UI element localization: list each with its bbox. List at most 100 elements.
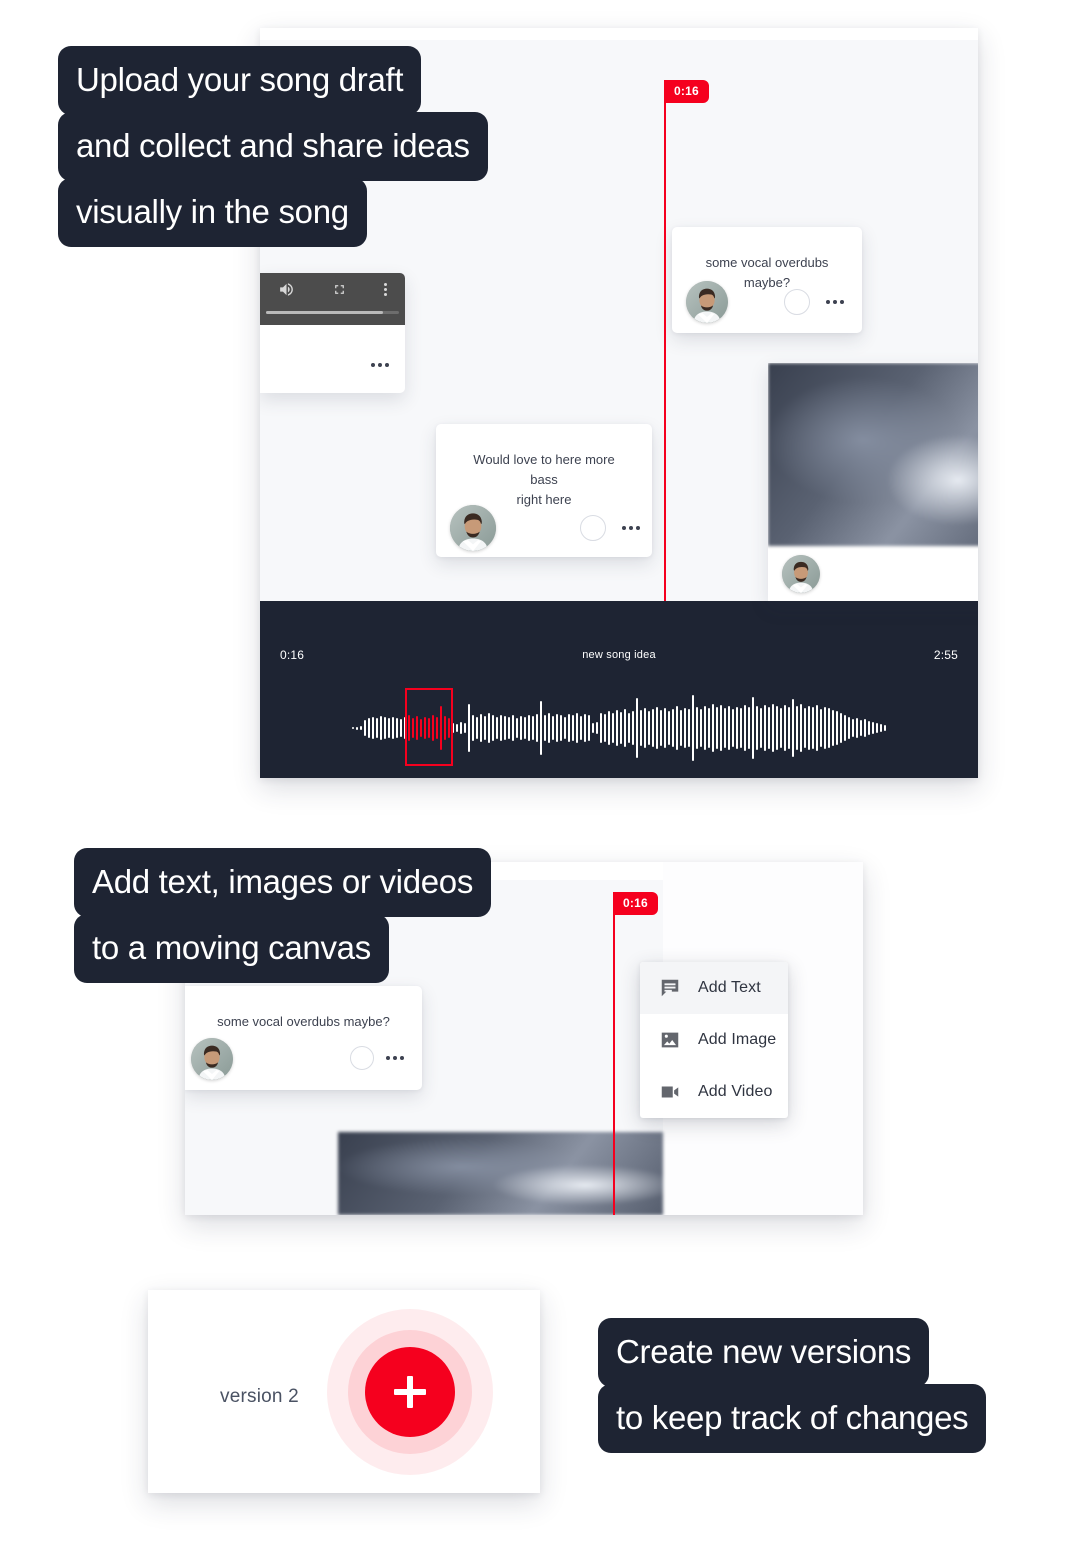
avatar[interactable]: [686, 281, 728, 323]
playhead-time-badge: 0:16: [665, 80, 709, 103]
comment-card-footer: [436, 501, 652, 557]
waveform-bar: [828, 708, 830, 748]
waveform-bar: [632, 711, 634, 745]
waveform-bar: [716, 707, 718, 749]
waveform-bar: [852, 719, 854, 737]
waveform-bar: [492, 715, 494, 741]
waveform-bar: [644, 708, 646, 748]
video-progress-bar[interactable]: [266, 311, 399, 314]
waveform[interactable]: [260, 685, 978, 771]
canvas-top-edge: [260, 28, 978, 40]
waveform-bar: [804, 708, 806, 748]
comment-card[interactable]: some vocal overdubs maybe?: [672, 227, 862, 333]
chat-bubble-icon: [658, 976, 682, 1000]
video-progress-fill: [266, 311, 384, 314]
image-icon: [658, 1028, 682, 1052]
waveform-bar: [848, 717, 850, 739]
feature-overview-page: 0:16 some vocal overdubs maybe? Would lo…: [0, 0, 1080, 1542]
waveform-bar: [840, 713, 842, 743]
menu-item-add-text[interactable]: Add Text: [640, 962, 788, 1014]
waveform-bar: [372, 717, 374, 739]
add-content-menu[interactable]: Add Text Add Image Add Video: [640, 962, 788, 1118]
waveform-bar: [724, 708, 726, 748]
waveform-bar: [544, 715, 546, 741]
waveform-bar: [616, 710, 618, 746]
waveform-bar: [528, 715, 530, 741]
waveform-bar: [536, 714, 538, 742]
menu-item-label: Add Text: [698, 979, 761, 996]
waveform-bar: [868, 721, 870, 735]
add-version-button[interactable]: [365, 1347, 455, 1437]
timeline-total-time: 2:55: [933, 648, 958, 662]
callout-versions: Create new versions to keep track of cha…: [598, 1318, 987, 1453]
waveform-bar: [712, 704, 714, 752]
waveform-bar: [708, 708, 710, 748]
waveform-bar: [780, 708, 782, 748]
resolve-circle-button[interactable]: [580, 515, 606, 541]
waveform-bar: [384, 717, 386, 739]
resolve-circle-button[interactable]: [784, 289, 810, 315]
waveform-bar: [864, 719, 866, 737]
waveform-bar: [376, 718, 378, 738]
waveform-bar: [512, 715, 514, 741]
waveform-bar: [624, 709, 626, 747]
waveform-bar: [612, 713, 614, 743]
comment-card[interactable]: some vocal overdubs maybe?: [185, 986, 422, 1090]
waveform-bar: [380, 716, 382, 740]
callout-add-media: Add text, images or videos to a moving c…: [74, 848, 492, 983]
waveform-bar: [768, 707, 770, 749]
waveform-bar: [604, 714, 606, 742]
video-card-overflow-icon[interactable]: [371, 363, 389, 367]
waveform-bar: [736, 707, 738, 749]
waveform-bar: [788, 707, 790, 749]
waveform-bar: [360, 726, 362, 730]
waveform-selection-box[interactable]: [405, 688, 453, 766]
comment-card[interactable]: Would love to here more bass right here: [436, 424, 652, 557]
waveform-bar: [640, 710, 642, 746]
waveform-bar: [368, 718, 370, 738]
waveform-bar: [772, 704, 774, 752]
new-version-fab-wrap: [320, 1302, 500, 1482]
comment-overflow-icon[interactable]: [386, 1056, 404, 1060]
waveform-bar: [648, 711, 650, 745]
comment-overflow-icon[interactable]: [622, 526, 640, 530]
comment-overflow-icon[interactable]: [826, 300, 844, 304]
playhead-line: [664, 80, 666, 601]
waveform-bar: [812, 707, 814, 749]
resolve-circle-button[interactable]: [350, 1046, 374, 1070]
playhead-time-badge: 0:16: [614, 892, 658, 915]
waveform-bar: [484, 716, 486, 740]
menu-item-add-video[interactable]: Add Video: [640, 1066, 788, 1118]
avatar[interactable]: [450, 505, 496, 551]
avatar[interactable]: [191, 1038, 233, 1080]
avatar[interactable]: [782, 555, 820, 593]
waveform-bar: [524, 717, 526, 739]
waveform-bar: [516, 718, 518, 738]
waveform-bar: [584, 714, 586, 742]
fullscreen-icon[interactable]: [332, 282, 347, 297]
timeline-song-title: new song idea: [582, 649, 656, 661]
comment-text: some vocal overdubs maybe?: [217, 1014, 390, 1029]
waveform-bar: [500, 715, 502, 741]
waveform-bar: [872, 722, 874, 734]
menu-item-label: Add Image: [698, 1031, 777, 1048]
waveform-bar: [796, 706, 798, 750]
menu-item-add-image[interactable]: Add Image: [640, 1014, 788, 1066]
media-attachment-card[interactable]: [768, 363, 978, 601]
waveform-bar: [472, 715, 474, 741]
waveform-bar: [728, 706, 730, 750]
media-thumbnail: [768, 363, 978, 546]
playhead-line: [613, 892, 615, 1215]
vertical-dots-icon[interactable]: [383, 282, 387, 296]
waveform-bar: [588, 715, 590, 741]
waveform-bar: [696, 707, 698, 749]
waveform-bar: [532, 716, 534, 740]
timeline-bar[interactable]: 0:16 new song idea 2:55: [260, 601, 978, 778]
waveform-bar: [460, 722, 462, 734]
waveform-bar: [684, 708, 686, 748]
video-clip-card[interactable]: [260, 273, 405, 393]
waveform-bar: [364, 720, 366, 736]
waveform-bar: [776, 706, 778, 750]
volume-icon[interactable]: [278, 281, 295, 298]
waveform-bar: [596, 722, 598, 734]
